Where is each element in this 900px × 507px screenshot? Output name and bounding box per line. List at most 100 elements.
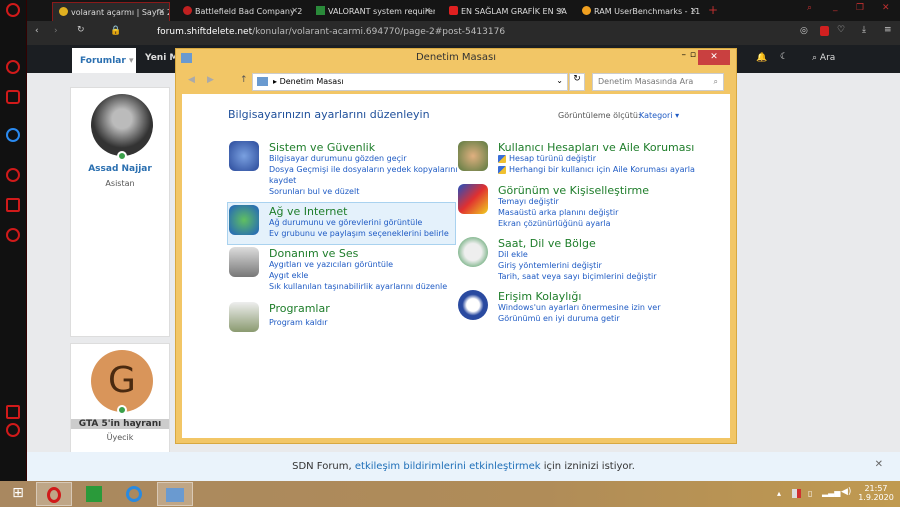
adblock-icon[interactable] [820,26,829,36]
start-button[interactable]: ⊞ [0,482,36,506]
clock[interactable]: 21:57 1.9.2020 [856,484,896,502]
store-taskbar-button[interactable] [76,482,112,506]
category-link[interactable]: Dil ekle [498,250,528,259]
back-button[interactable]: ◀ [188,75,195,85]
category-title[interactable]: Ağ ve Internet [269,205,347,218]
close-tab-icon[interactable]: ✕ [158,7,165,16]
username[interactable]: GTA 5'in hayranı [71,419,169,429]
tab-battlefield[interactable]: Battlefield Bad Company 2 ✕ [177,2,302,21]
vpn-icon[interactable] [6,423,20,437]
tab-youtube[interactable]: EN SAĞLAM GRAFİK EN SA ✕ [443,2,568,21]
show-hidden-icons[interactable]: ▴ [777,489,781,498]
power-icon[interactable]: ▯ [808,489,812,498]
breadcrumb-item[interactable]: Denetim Masası [280,77,344,86]
category-link[interactable]: Ağ durumunu ve görevlerini görüntüle [269,218,422,227]
refresh-button[interactable]: ↻ [569,73,585,91]
category-link[interactable]: Ekran çözünürlüğünü ayarla [498,219,611,228]
search-input[interactable]: Denetim Masasında Ara ⌕ [592,73,724,91]
history-icon[interactable] [6,168,20,182]
history-dropdown-icon[interactable]: ⌄ [556,76,563,85]
category-title[interactable]: Görünüm ve Kişiselleştirme [498,184,649,197]
speed-dial-icon[interactable] [6,60,20,74]
close-tab-icon[interactable]: ✕ [424,6,431,15]
settings-icon[interactable] [6,228,20,242]
close-notification-icon[interactable]: ✕ [875,459,883,470]
new-tab-button[interactable]: + [708,3,718,17]
category-link[interactable]: Temayı değiştir [498,197,559,206]
category-link[interactable]: Giriş yöntemlerini değiştir [498,261,602,270]
control-panel-taskbar-button[interactable] [157,482,193,506]
category-link[interactable]: Bilgisayar durumunu gözden geçir [269,154,407,163]
up-button[interactable]: ↑ [240,75,248,85]
tab-ram[interactable]: RAM UserBenchmarks - 11 ✕ [576,2,701,21]
action-center-flag-icon[interactable] [792,489,801,498]
category-link[interactable]: Dosya Geçmişi ile dosyaların yedek kopya… [269,165,458,174]
breadcrumb-bar[interactable]: ▸ Denetim Masası ⌄ [252,73,568,91]
extensions-icon[interactable] [6,198,20,212]
window-close-button[interactable]: ✕ [698,50,730,65]
window-minimize-button[interactable]: – [682,50,687,60]
new-posts-link[interactable]: Yeni M [145,53,178,63]
tab-valorant[interactable]: VALORANT system requirem ✕ [310,2,435,21]
close-window-button[interactable]: ✕ [882,3,890,13]
category-link[interactable]: kaydet [269,176,296,185]
category-link[interactable]: Herhangi bir kullanıcı için Aile Korumas… [498,165,695,174]
close-tab-icon[interactable]: ✕ [557,6,564,15]
category-link[interactable]: Sorunları bul ve düzelt [269,187,359,196]
network-globe-icon [229,205,259,235]
category-link[interactable]: Program kaldır [269,318,328,327]
tab-favicon [59,7,68,16]
forward-button[interactable]: ▶ [207,75,214,85]
network-signal-icon[interactable]: ▂▃▅ [822,488,840,497]
search-tabs-icon[interactable]: ⌕ [807,3,812,13]
avatar[interactable] [91,94,153,156]
dark-mode-icon[interactable]: ☾ [780,52,788,62]
menu-icon[interactable]: ≡ [884,25,892,35]
heart-icon[interactable]: ♡ [837,25,845,35]
category-title[interactable]: Erişim Kolaylığı [498,290,581,303]
category-title[interactable]: Sistem ve Güvenlik [269,141,375,154]
category-link[interactable]: Görünümü en iyi duruma getir [498,314,620,323]
enable-notifications-link[interactable]: etkileşim bildirimlerini etkinleştirmek [355,461,541,472]
snapshot-icon[interactable]: ◎ [800,26,808,36]
category-link[interactable]: Tarih, saat veya sayı biçimlerini değişt… [498,272,657,281]
username[interactable]: Assad Najjar [71,164,169,174]
category-title[interactable]: Donanım ve Ses [269,247,358,260]
forums-tab[interactable]: Forumlar ▾ [72,48,136,73]
notification-bar: SDN Forum, etkileşim bildirimlerini etki… [27,452,900,481]
ie-taskbar-button[interactable] [116,482,152,506]
avatar[interactable]: G [91,350,153,412]
close-tab-icon[interactable]: ✕ [690,6,697,15]
back-icon[interactable]: ‹ [35,26,39,36]
tab-volarant[interactable]: volarant açarmı | Sayfa 2 | S✕ [52,2,170,21]
opera-taskbar-button[interactable] [36,482,72,506]
bell-icon[interactable]: 🔔 [756,53,767,63]
category-title[interactable]: Kullanıcı Hesapları ve Aile Koruması [498,141,694,154]
opera-logo-icon[interactable] [6,3,20,17]
minimize-button[interactable]: _ [833,2,838,12]
online-badge-icon [117,151,127,161]
category-link[interactable]: Ev grubunu ve paylaşım seçeneklerini bel… [269,229,449,238]
reload-icon[interactable]: ↻ [77,25,85,35]
volume-icon[interactable]: ◀) [841,487,851,497]
twitch-icon[interactable] [6,90,20,104]
forward-icon[interactable]: › [54,26,58,36]
ease-of-access-icon [458,290,488,320]
category-link[interactable]: Sık kullanılan taşınabilirlik ayarlarını… [269,282,447,291]
player-icon[interactable] [6,405,20,419]
url-field[interactable]: forum.shiftdelete.net/konular/volarant-a… [157,27,505,37]
close-tab-icon[interactable]: ✕ [291,6,298,15]
category-link[interactable]: Masaüstü arka planını değiştir [498,208,618,217]
category-link[interactable]: Windows'un ayarları önermesine izin ver [498,303,660,312]
category-title[interactable]: Saat, Dil ve Bölge [498,237,596,250]
category-link[interactable]: Hesap türünü değiştir [498,154,596,163]
maximize-button[interactable]: ❐ [856,3,864,13]
view-by-dropdown[interactable]: Kategori ▾ [639,111,679,120]
window-maximize-button[interactable]: ▫ [690,50,696,60]
category-title[interactable]: Programlar [269,302,330,315]
category-link[interactable]: Aygıt ekle [269,271,308,280]
messenger-icon[interactable] [6,128,20,142]
search-button[interactable]: ⌕ Ara [812,53,835,63]
download-icon[interactable]: ⤓ [862,25,866,35]
category-link[interactable]: Aygıtları ve yazıcıları görüntüle [269,260,393,269]
